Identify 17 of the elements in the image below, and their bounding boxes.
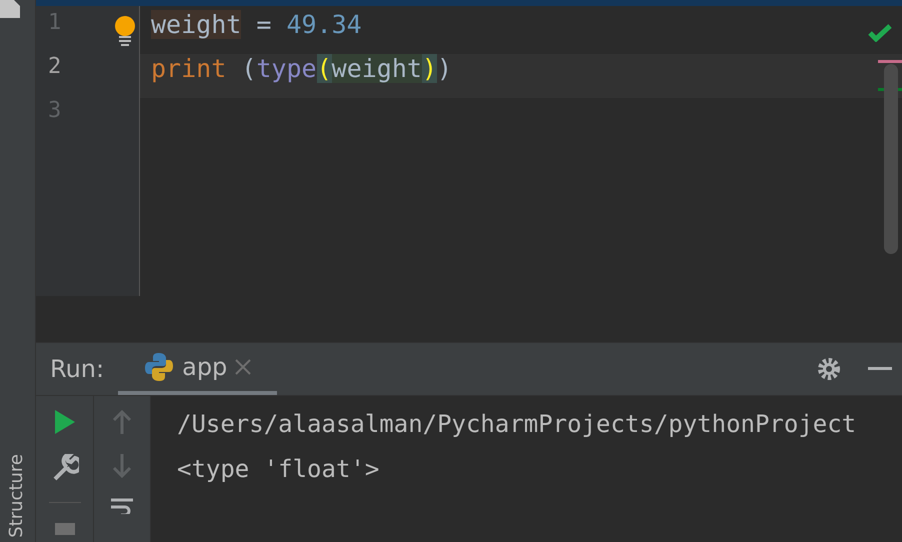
python-logo-icon <box>144 352 174 382</box>
structure-tool-tab[interactable]: Structure <box>6 454 35 538</box>
line-number: 2 <box>47 54 62 81</box>
soft-wrap-icon[interactable] <box>111 498 133 514</box>
run-label: Run: <box>50 355 104 383</box>
code-line: weight = 49.34 <box>150 10 363 41</box>
console-output-line: /Users/alaasalman/PycharmProjects/pythonProject <box>177 409 856 440</box>
console-output-line: <type 'float'> <box>177 454 380 485</box>
settings-icon[interactable] <box>816 356 842 382</box>
scrollbar-thumb[interactable] <box>884 64 898 254</box>
minimize-icon[interactable] <box>868 367 892 371</box>
inspection-ok-checkmark-icon <box>868 24 892 42</box>
lightbulb-icon[interactable] <box>114 16 136 46</box>
run-tab[interactable]: app <box>118 343 278 395</box>
run-play-icon[interactable] <box>54 410 74 434</box>
file-icon[interactable] <box>0 0 22 18</box>
error-stripe-mark <box>878 60 902 63</box>
